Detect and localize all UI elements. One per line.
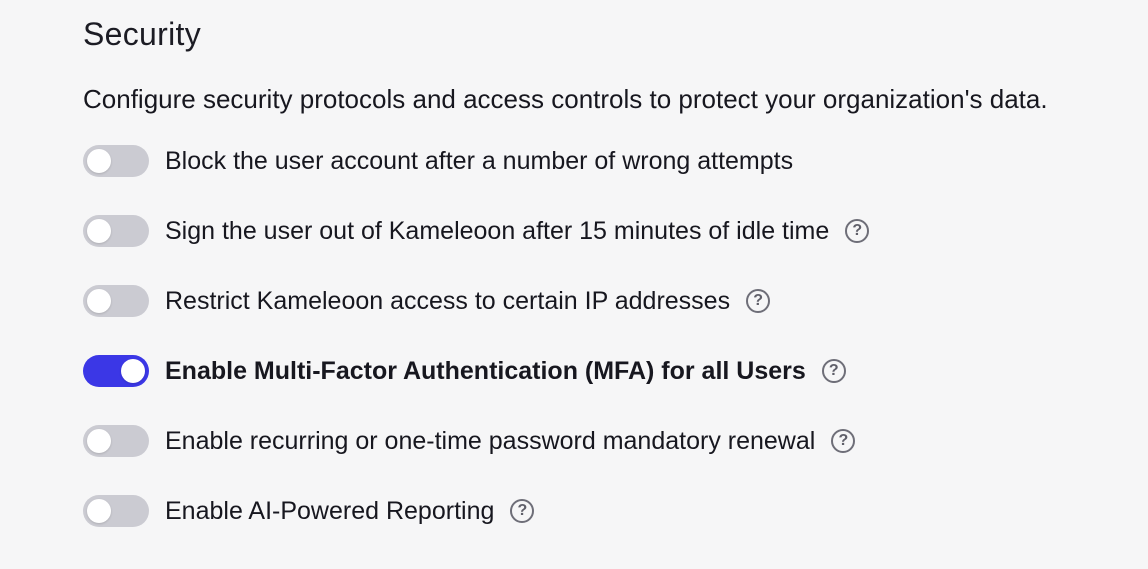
setting-row-block-account: Block the user account after a number of… [83,144,793,178]
setting-row-mfa: Enable Multi-Factor Authentication (MFA)… [83,354,846,388]
help-circle-icon[interactable]: ? [510,499,535,523]
toggle-knob [87,429,111,453]
ai-reporting-toggle[interactable] [83,495,149,527]
password-renewal-label: Enable recurring or one-time password ma… [165,426,816,455]
idle-signout-toggle[interactable] [83,215,149,247]
mfa-label: Enable Multi-Factor Authentication (MFA)… [165,356,806,385]
help-circle-icon[interactable]: ? [821,359,846,383]
ip-restriction-toggle[interactable] [83,285,149,317]
password-renewal-toggle[interactable] [83,425,149,457]
block-account-label: Block the user account after a number of… [165,146,794,175]
setting-row-ai-reporting: Enable AI-Powered Reporting ? [83,494,535,528]
section-description: Configure security protocols and access … [83,84,1048,114]
ai-reporting-label: Enable AI-Powered Reporting [165,496,495,525]
help-circle-icon[interactable]: ? [831,429,856,453]
toggle-knob [87,149,111,173]
block-account-toggle[interactable] [83,145,149,177]
toggle-knob [87,219,111,243]
toggle-knob [121,359,145,383]
help-circle-icon[interactable]: ? [845,219,870,243]
setting-row-idle-signout: Sign the user out of Kameleoon after 15 … [83,214,870,248]
mfa-toggle[interactable] [83,355,149,387]
idle-signout-label: Sign the user out of Kameleoon after 15 … [165,216,830,245]
help-circle-icon[interactable]: ? [746,289,771,313]
setting-row-ip-restriction: Restrict Kameleoon access to certain IP … [83,284,771,318]
page-title: Security [83,16,201,52]
toggle-knob [87,499,111,523]
toggle-knob [87,289,111,313]
ip-restriction-label: Restrict Kameleoon access to certain IP … [165,286,731,315]
setting-row-password-renewal: Enable recurring or one-time password ma… [83,424,856,458]
